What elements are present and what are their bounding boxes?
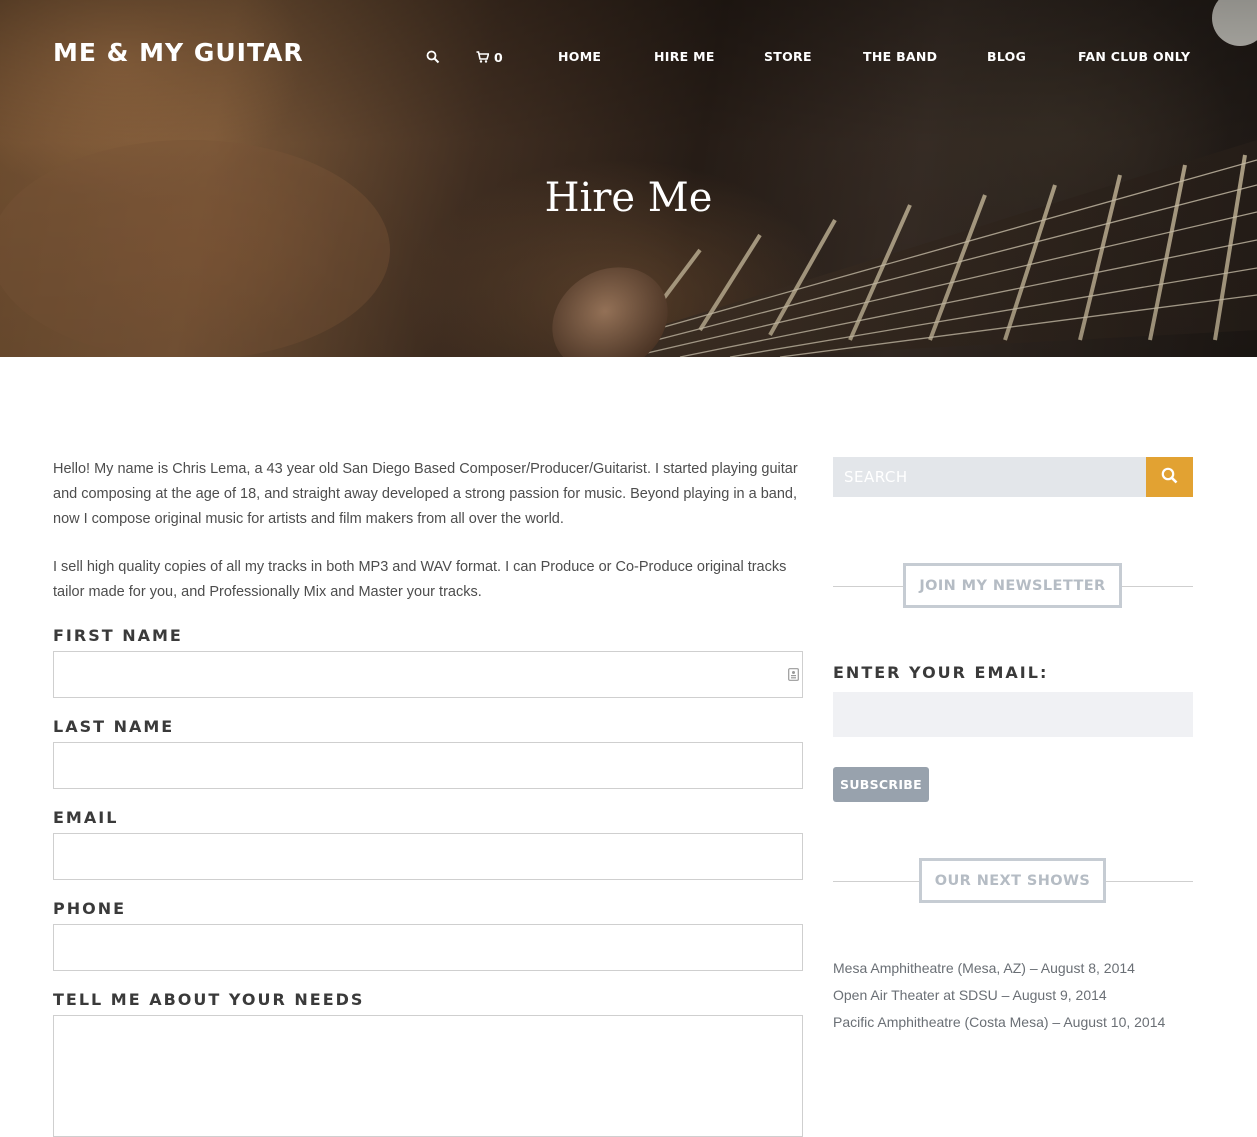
phone-label: PHONE [53, 899, 127, 918]
cart-count: 0 [494, 49, 503, 65]
hero-banner: ME & MY GUITAR 0 HOME HIRE ME STORE THE … [0, 0, 1257, 357]
email-field[interactable] [53, 833, 803, 880]
show-item[interactable]: Pacific Amphitheatre (Costa Mesa) – Augu… [833, 1014, 1165, 1030]
intro-paragraph-1: Hello! My name is Chris Lema, a 43 year … [53, 461, 798, 527]
last-name-field[interactable] [53, 742, 803, 789]
nav-hire-me[interactable]: HIRE ME [654, 49, 715, 64]
cart-icon [476, 51, 489, 63]
sidebar-search-input[interactable] [833, 457, 1146, 497]
search-icon[interactable] [426, 50, 440, 64]
email-label: EMAIL [53, 808, 119, 827]
newsletter-email-label: ENTER YOUR EMAIL: [833, 663, 1049, 682]
newsletter-heading: JOIN MY NEWSLETTER [903, 563, 1122, 608]
needs-label: TELL ME ABOUT YOUR NEEDS [53, 990, 365, 1009]
needs-textarea[interactable] [53, 1015, 803, 1137]
nav-the-band[interactable]: THE BAND [863, 49, 937, 64]
nav-home[interactable]: HOME [558, 49, 601, 64]
nav-blog[interactable]: BLOG [987, 49, 1026, 64]
cart-link[interactable]: 0 [476, 49, 503, 65]
sidebar-search-button[interactable] [1146, 457, 1193, 497]
nav-store[interactable]: STORE [764, 49, 812, 64]
intro-paragraph-2: I sell high quality copies of all my tra… [53, 559, 787, 600]
site-logo[interactable]: ME & MY GUITAR [53, 38, 304, 67]
last-name-label: LAST NAME [53, 717, 175, 736]
search-icon [1161, 467, 1178, 484]
nav-fan-club-only[interactable]: FAN CLUB ONLY [1078, 49, 1190, 64]
page-title: Hire Me [544, 175, 713, 221]
autofill-icon[interactable] [788, 668, 799, 681]
show-item[interactable]: Open Air Theater at SDSU – August 9, 201… [833, 987, 1107, 1003]
subscribe-button[interactable]: SUBSCRIBE [833, 767, 929, 802]
shows-heading: OUR NEXT SHOWS [919, 858, 1106, 903]
show-item[interactable]: Mesa Amphitheatre (Mesa, AZ) – August 8,… [833, 960, 1135, 976]
phone-field[interactable] [53, 924, 803, 971]
first-name-field[interactable] [53, 651, 803, 698]
first-name-label: FIRST NAME [53, 626, 183, 645]
newsletter-email-field[interactable] [833, 692, 1193, 737]
